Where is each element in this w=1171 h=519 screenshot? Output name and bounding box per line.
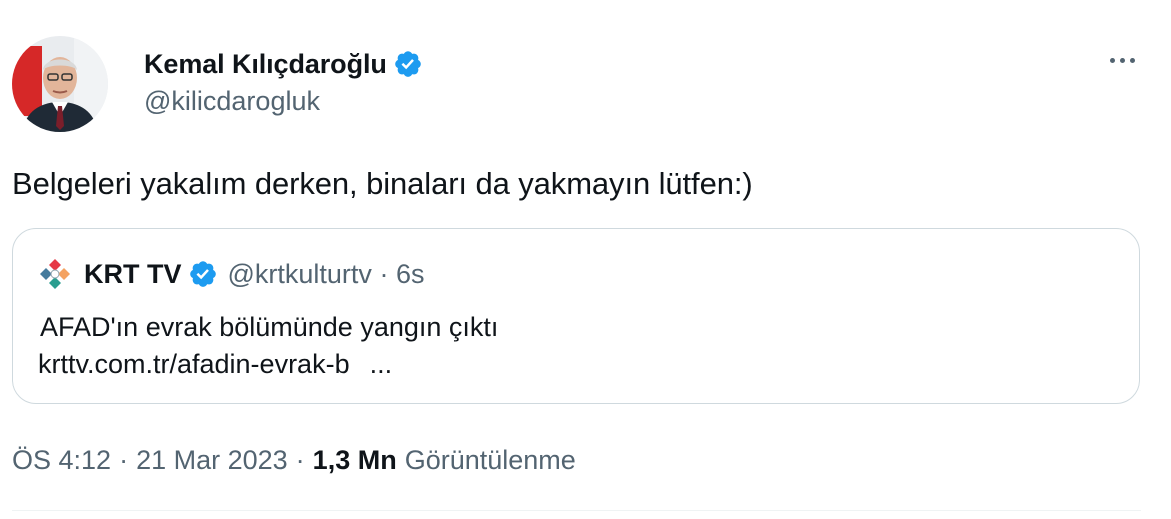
tweet-date[interactable]: 21 Mar 2023 (136, 445, 288, 476)
divider (12, 510, 1141, 511)
quoted-meta: @krtkulturtv · 6s (227, 258, 425, 289)
more-dot-icon (1109, 57, 1115, 63)
quoted-tweet-body: AFAD'ın evrak bölümünde yangın çıktı krt… (38, 309, 498, 383)
quoted-link-row: krttv.com.tr/afadin-evrak-b... (38, 346, 498, 383)
views-label: Görüntülenme (404, 444, 576, 475)
quoted-author-name: KRT TV (84, 258, 182, 289)
quoted-handle: @krtkulturtv (227, 258, 372, 289)
author-name-row: Kemal Kılıçdaroğlu (144, 44, 423, 84)
more-options-button[interactable] (1105, 50, 1139, 70)
quoted-headline: AFAD'ın evrak bölümünde yangın çıktı (40, 312, 499, 342)
verified-badge-icon (189, 261, 216, 287)
avatar-portrait-icon (12, 36, 108, 132)
author-avatar[interactable] (12, 36, 108, 132)
views-count[interactable]: 1,3 Mn (313, 445, 397, 476)
verified-badge-icon (394, 51, 421, 77)
more-dot-icon (1119, 57, 1125, 63)
quoted-tweet-card[interactable]: KRT TV @krtkulturtv · 6s AFAD'ın evrak b… (12, 228, 1140, 404)
more-dot-icon (1129, 57, 1135, 63)
separator-dot: · (295, 444, 305, 475)
author-name[interactable]: Kemal Kılıçdaroğlu (144, 49, 387, 80)
quoted-link[interactable]: krttv.com.tr/afadin-evrak-b (38, 349, 350, 379)
tweet-time[interactable]: ÖS 4:12 (12, 445, 111, 476)
author-handle[interactable]: @kilicdarogluk (144, 86, 423, 117)
tweet-footer: ÖS 4:12 · 21 Mar 2023 · 1,3 Mn Görüntüle… (12, 443, 576, 477)
author-block: Kemal Kılıçdaroğlu @kilicdarogluk (144, 44, 423, 117)
tweet-header: Kemal Kılıçdaroğlu @kilicdarogluk (12, 36, 1171, 136)
separator-dot: · (119, 444, 129, 475)
krt-logo-icon (40, 259, 70, 289)
quoted-tweet-header: KRT TV @krtkulturtv · 6s (38, 257, 424, 291)
quoted-ellipsis: ... (369, 349, 393, 379)
tweet-text: Belgeleri yakalım derken, binaları da ya… (12, 166, 753, 201)
quoted-age: 6s (395, 258, 425, 289)
